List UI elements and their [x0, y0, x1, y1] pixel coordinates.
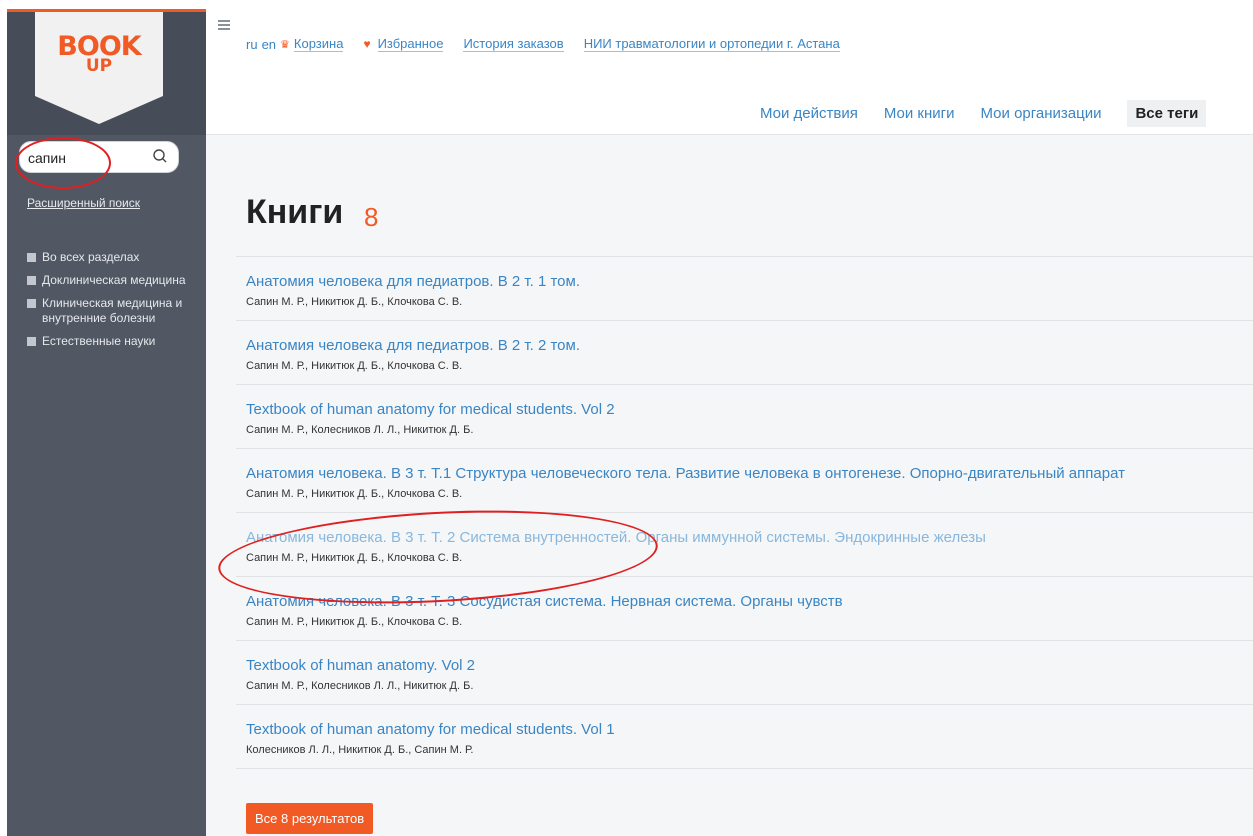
book-title-link[interactable]: Анатомия человека. В 3 т. Т.1 Структура …: [246, 463, 1243, 485]
search-box: [19, 141, 179, 173]
book-authors: Сапин М. Р., Никитюк Д. Б., Клочкова С. …: [246, 552, 463, 564]
results-list: Анатомия человека для педиатров. В 2 т. …: [236, 256, 1253, 769]
logo[interactable]: BOOK UP: [35, 12, 163, 124]
category-label: Во всех разделах: [42, 250, 140, 264]
logo-area: BOOK UP: [7, 9, 206, 135]
category-label: Клиническая медицина и внутренние болезн…: [42, 296, 183, 325]
category-label: Естественные науки: [42, 334, 156, 348]
tab-my-books[interactable]: Мои книги: [884, 105, 955, 122]
book-title-link[interactable]: Textbook of human anatomy for medical st…: [246, 719, 1243, 741]
tab-my-actions[interactable]: Мои действия: [760, 105, 858, 122]
book-authors: Сапин М. Р., Колесников Л. Л., Никитюк Д…: [246, 424, 474, 436]
book-title-link[interactable]: Анатомия человека. В 3 т. Т. 3 Сосудиста…: [246, 591, 1243, 613]
top-links: ru en ♛ Корзина ♥ Избранное История зака…: [246, 36, 840, 52]
category-item[interactable]: Доклиническая медицина: [27, 273, 192, 288]
favorites-link[interactable]: Избранное: [377, 36, 444, 52]
search-icon[interactable]: [152, 148, 168, 164]
logo-sub: UP: [85, 56, 113, 76]
lang-en-link[interactable]: en: [262, 37, 276, 52]
category-item[interactable]: Клиническая медицина и внутренние болезн…: [27, 296, 192, 326]
book-authors: Сапин М. Р., Никитюк Д. Б., Клочкова С. …: [246, 296, 463, 308]
list-item: Textbook of human anatomy. Vol 2 Сапин М…: [236, 640, 1253, 693]
page-title: Книги: [246, 193, 344, 231]
book-title-link[interactable]: Textbook of human anatomy. Vol 2: [246, 655, 1243, 677]
checkbox-icon[interactable]: [27, 253, 36, 262]
category-item[interactable]: Во всех разделах: [27, 250, 192, 265]
book-title-link[interactable]: Анатомия человека. В 3 т. Т. 2 Система в…: [246, 527, 1243, 549]
organization-link[interactable]: НИИ травматологии и ортопедии г. Астана: [583, 36, 840, 52]
category-label: Доклиническая медицина: [42, 273, 186, 287]
book-authors: Сапин М. Р., Никитюк Д. Б., Клочкова С. …: [246, 488, 463, 500]
list-item: Анатомия человека для педиатров. В 2 т. …: [236, 256, 1253, 309]
book-authors: Сапин М. Р., Никитюк Д. Б., Клочкова С. …: [246, 360, 463, 372]
book-title-link[interactable]: Textbook of human anatomy for medical st…: [246, 399, 1243, 421]
heart-icon: ♥: [363, 37, 371, 51]
book-title-link[interactable]: Анатомия человека для педиатров. В 2 т. …: [246, 335, 1243, 357]
tab-my-organizations[interactable]: Мои организации: [981, 105, 1102, 122]
list-item: Textbook of human anatomy for medical st…: [236, 384, 1253, 437]
hamburger-menu-icon[interactable]: [218, 20, 230, 30]
search-input[interactable]: [28, 142, 148, 172]
book-authors: Сапин М. Р., Колесников Л. Л., Никитюк Д…: [246, 680, 474, 692]
lang-ru-link[interactable]: ru: [246, 37, 258, 52]
list-item: Анатомия человека. В 3 т. Т.1 Структура …: [236, 448, 1253, 501]
nav-tabs: Мои действия Мои книги Мои организации В…: [760, 99, 1207, 127]
order-history-link[interactable]: История заказов: [463, 36, 564, 52]
sidebar: BOOK UP: [7, 9, 206, 836]
all-results-button[interactable]: Все 8 результатов: [246, 803, 374, 834]
checkbox-icon[interactable]: [27, 337, 36, 346]
list-item: Анатомия человека. В 3 т. Т. 3 Сосудиста…: [236, 576, 1253, 629]
tab-all-tags[interactable]: Все теги: [1127, 99, 1207, 127]
list-item: Анатомия человека. В 3 т. Т. 2 Система в…: [236, 512, 1253, 565]
checkbox-icon[interactable]: [27, 299, 36, 308]
category-item[interactable]: Естественные науки: [27, 334, 192, 349]
book-title-link[interactable]: Анатомия человека для педиатров. В 2 т. …: [246, 271, 1243, 293]
list-item: Textbook of human anatomy for medical st…: [236, 704, 1253, 757]
list-item: Анатомия человека для педиатров. В 2 т. …: [236, 320, 1253, 373]
checkbox-icon[interactable]: [27, 276, 36, 285]
cart-icon: ♛: [280, 38, 290, 51]
category-list: Во всех разделах Доклиническая медицина …: [27, 250, 192, 357]
advanced-search-link[interactable]: Расширенный поиск: [27, 196, 140, 210]
results-count: 8: [364, 202, 379, 232]
book-authors: Колесников Л. Л., Никитюк Д. Б., Сапин М…: [246, 744, 474, 756]
cart-link[interactable]: Корзина: [293, 36, 344, 52]
book-authors: Сапин М. Р., Никитюк Д. Б., Клочкова С. …: [246, 616, 463, 628]
